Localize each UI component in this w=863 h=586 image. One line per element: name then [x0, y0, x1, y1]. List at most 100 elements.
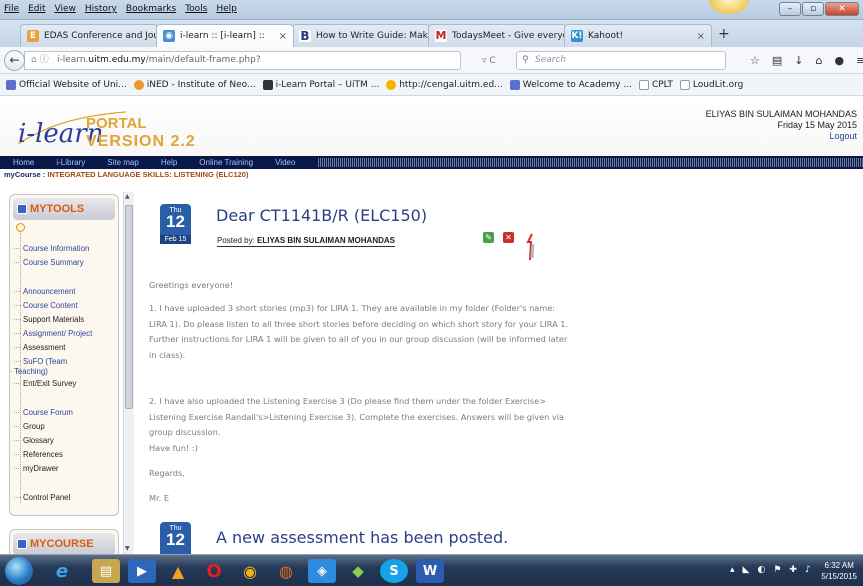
maximize-button[interactable]: ▫: [802, 2, 824, 16]
start-button[interactable]: [5, 557, 33, 585]
logout-link[interactable]: Logout: [706, 131, 857, 142]
sidebar-item-course-information[interactable]: Course Information: [14, 244, 89, 254]
scroll-thumb[interactable]: [125, 205, 133, 409]
bookmark-cplt[interactable]: CPLT: [638, 79, 673, 90]
bookmark-ilearn[interactable]: i-Learn Portal – UiTM ...: [262, 79, 379, 90]
chrome-icon[interactable]: ◉: [236, 559, 264, 583]
mytools-header[interactable]: MYTOOLS: [13, 198, 115, 220]
sidebar-item-course-content[interactable]: Course Content: [14, 301, 78, 311]
photos-icon[interactable]: ◆: [344, 559, 372, 583]
minimize-button[interactable]: –: [779, 2, 801, 16]
dropbox-icon[interactable]: ◈: [308, 559, 336, 583]
bookmark-ined[interactable]: iNED - Institute of Neo...: [133, 79, 256, 90]
nav-online-training[interactable]: Online Training: [199, 158, 253, 167]
back-button[interactable]: ←: [4, 50, 25, 71]
tab-kahoot[interactable]: K! Kahoot! ×: [564, 24, 712, 47]
menu-icon[interactable]: ≡: [856, 54, 863, 67]
sidebar-item-references[interactable]: References: [14, 450, 63, 460]
menu-edit[interactable]: Edit: [28, 4, 45, 14]
sidebar-item-sufo[interactable]: SuFO (Team: [14, 357, 67, 367]
ilearn-logo[interactable]: i-learn PORTAL VERSION 2.2: [16, 106, 216, 150]
bookmark-uitm[interactable]: Official Website of Uni...: [6, 79, 127, 90]
nav-sitemap[interactable]: Site map: [107, 158, 139, 167]
file-explorer-icon[interactable]: ▤: [92, 559, 120, 583]
tab-close-icon[interactable]: ×: [279, 31, 287, 42]
post-title: Dear CT1141B/R (ELC150): [216, 206, 428, 225]
sidebar-item-announcement[interactable]: Announcement: [14, 287, 75, 297]
skype-icon[interactable]: S: [380, 559, 408, 583]
download-icon[interactable]: ↓: [794, 54, 803, 67]
bookmark-loudlit[interactable]: LoudLit.org: [679, 79, 743, 90]
breadcrumb-course[interactable]: INTEGRATED LANGUAGE SKILLS: LISTENING (E…: [47, 170, 248, 179]
sidebar-item-assignment-project[interactable]: Assignment/ Project: [14, 329, 92, 339]
tab-title: EDAS Conference and Jour...: [44, 31, 158, 41]
tab-edas[interactable]: E EDAS Conference and Jour... ×: [20, 24, 158, 47]
new-tab-icon[interactable]: +: [718, 26, 730, 42]
scroll-up-icon[interactable]: ▲: [125, 193, 130, 200]
menu-file[interactable]: File: [4, 4, 19, 14]
menu-history[interactable]: History: [85, 4, 117, 14]
tab-close-icon[interactable]: ×: [697, 31, 705, 42]
sidebar-item-ent-exit-survey[interactable]: Ent/Exit Survey: [14, 379, 76, 389]
tab-todaysmeet[interactable]: M TodaysMeet - Give everyo... ×: [428, 24, 566, 47]
sidebar-scrollbar[interactable]: ▲ ▼: [123, 192, 134, 554]
tray-security-icon[interactable]: ✚: [789, 565, 797, 575]
mycourse-header[interactable]: MYCOURSE: [13, 533, 115, 555]
home-icon[interactable]: ⌂: [816, 54, 823, 67]
user-name: ELIYAS BIN SULAIMAN MOHANDAS: [705, 109, 857, 119]
menu-help[interactable]: Help: [216, 4, 237, 14]
post-month: Feb 15: [160, 235, 191, 244]
edit-post-button[interactable]: ✎: [483, 232, 494, 243]
nav-home[interactable]: Home: [13, 158, 34, 167]
mycourse-panel: MYCOURSE: [9, 529, 119, 557]
bookmark-label: Official Website of Uni...: [19, 79, 127, 90]
sidebar-item-support-materials[interactable]: Support Materials: [14, 315, 84, 325]
reload-icon[interactable]: ▿ C: [482, 56, 496, 66]
sidebar-item-mydrawer[interactable]: myDrawer: [14, 464, 59, 474]
sidebar-item-course-forum[interactable]: Course Forum: [14, 408, 73, 418]
vlc-icon[interactable]: ▲: [164, 559, 192, 583]
post-paragraph: 2. I have also uploaded the Listening Ex…: [149, 396, 565, 437]
tray-flag-icon[interactable]: ⚑: [773, 565, 781, 575]
word-icon[interactable]: W: [416, 559, 444, 583]
tab-ilearn[interactable]: ◉ i-learn :: [i-learn] :: ×: [156, 24, 294, 47]
tray-volume-icon[interactable]: ♪: [805, 565, 811, 575]
scroll-down-icon[interactable]: ▼: [125, 545, 130, 552]
menu-bookmarks[interactable]: Bookmarks: [126, 4, 176, 14]
sidebar-item-sufo-cont[interactable]: Teaching): [10, 367, 48, 377]
nav-ilibrary[interactable]: i-Library: [56, 158, 85, 167]
tray-app-icon[interactable]: ◐: [757, 565, 765, 575]
sidebar-item-assessment[interactable]: Assessment: [14, 343, 65, 353]
chat-icon[interactable]: ●: [834, 54, 844, 67]
tab-bibme[interactable]: B How to Write Guide: Makin... ×: [292, 24, 430, 47]
delete-post-button[interactable]: ✕: [503, 232, 514, 243]
reading-list-icon[interactable]: ▤: [772, 54, 782, 67]
uitm-icon: [6, 79, 16, 90]
sidebar-item-group[interactable]: Group: [14, 422, 45, 432]
close-window-button[interactable]: ✕: [825, 2, 859, 16]
tree-root-icon[interactable]: [16, 223, 25, 232]
search-input[interactable]: ⚲ Search: [516, 51, 726, 70]
bibme-icon: B: [299, 29, 311, 43]
ie-icon[interactable]: e: [48, 559, 76, 583]
bookmark-star-icon[interactable]: ☆: [750, 54, 760, 67]
opera-icon[interactable]: O: [200, 559, 228, 583]
sidebar-item-control-panel[interactable]: Control Panel: [14, 493, 70, 503]
menu-view[interactable]: View: [55, 4, 76, 14]
url-bar[interactable]: ⌂ ⓘ i-learn.uitm.edu.my/main/default-fra…: [24, 51, 461, 70]
post-day: 12: [166, 212, 185, 231]
nav-help[interactable]: Help: [161, 158, 177, 167]
menu-tools[interactable]: Tools: [185, 4, 207, 14]
media-player-icon[interactable]: ▶: [128, 559, 156, 583]
tray-network-icon[interactable]: ◣: [743, 565, 750, 575]
tray-expand-icon[interactable]: ▴: [730, 565, 735, 575]
clock[interactable]: 6:32 AM 5/15/2015: [821, 560, 857, 582]
identity-icon[interactable]: ⌂ ⓘ: [31, 52, 49, 69]
sidebar-item-course-summary[interactable]: Course Summary: [14, 258, 84, 268]
bookmark-academy[interactable]: Welcome to Academy ...: [509, 79, 632, 90]
firefox-icon[interactable]: ◍: [272, 559, 300, 583]
nav-video[interactable]: Video: [275, 158, 295, 167]
bookmark-cengal[interactable]: http://cengal.uitm.ed...: [386, 79, 503, 90]
sidebar-item-glossary[interactable]: Glossary: [14, 436, 54, 446]
page-icon: [679, 79, 690, 90]
